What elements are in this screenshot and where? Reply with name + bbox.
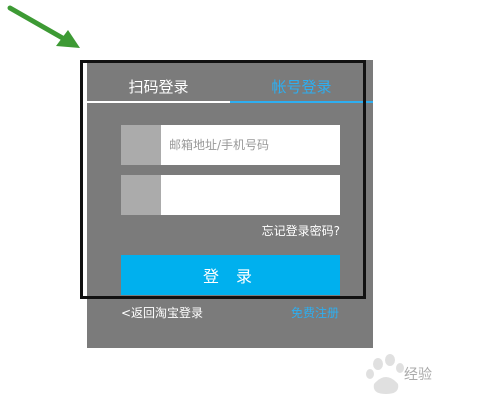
screenshot-stage: 扫码登录 帐号登录 忘记登录密码? 登 录 <返回淘宝登录 免费注册 经验 bbox=[0, 0, 478, 405]
free-register-link[interactable]: 免费注册 bbox=[291, 304, 339, 321]
green-arrow-icon bbox=[7, 5, 80, 48]
watermark-text: 经验 bbox=[404, 367, 432, 383]
highlight-frame bbox=[80, 60, 366, 299]
back-to-taobao-link[interactable]: <返回淘宝登录 bbox=[121, 304, 203, 321]
